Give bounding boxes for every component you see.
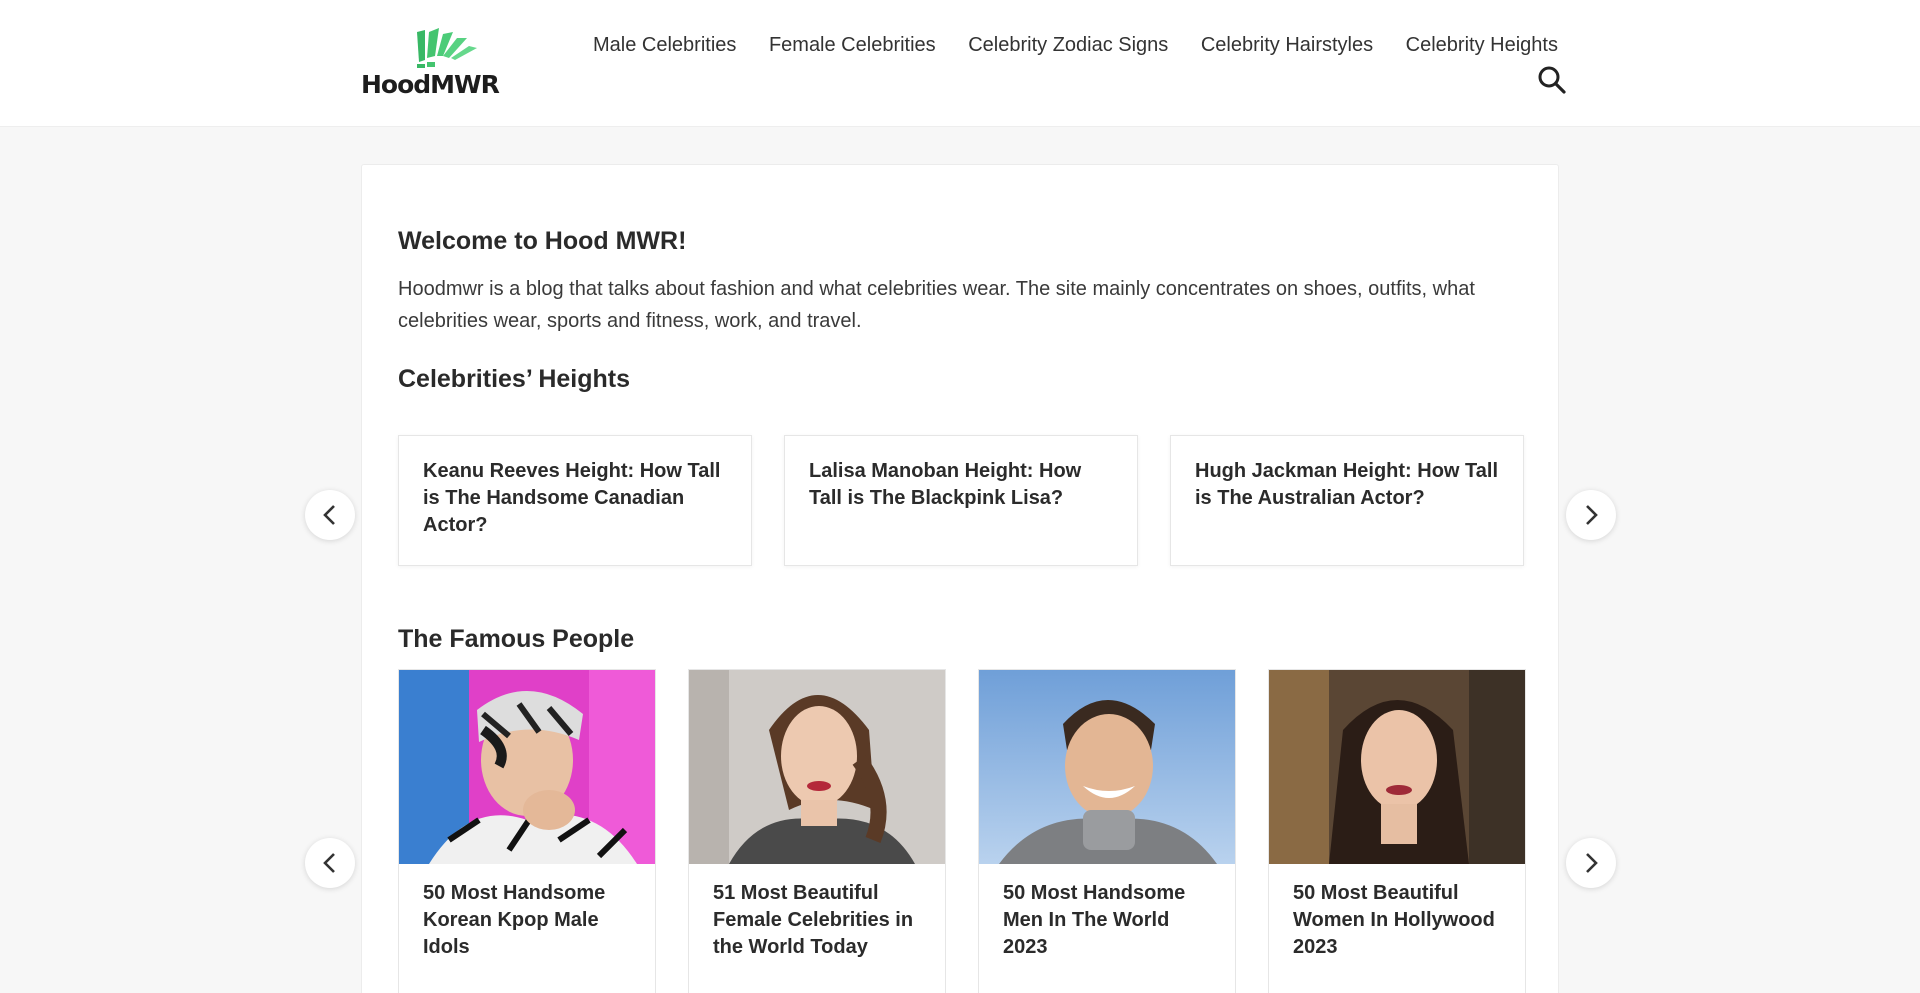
logo-mark-icon (417, 28, 477, 68)
height-card[interactable]: Lalisa Manoban Height: How Tall is The B… (784, 435, 1138, 566)
people-card[interactable]: 51 Most Beautiful Female Celebrities in … (688, 669, 946, 993)
nav-celebrity-zodiac-signs[interactable]: Celebrity Zodiac Signs (968, 34, 1168, 57)
height-card[interactable]: Hugh Jackman Height: How Tall is The Aus… (1170, 435, 1524, 566)
search-icon (1538, 66, 1566, 94)
famous-next-button[interactable] (1566, 838, 1616, 888)
height-card-title: Hugh Jackman Height: How Tall is The Aus… (1195, 460, 1498, 509)
height-card-title: Keanu Reeves Height: How Tall is The Han… (423, 460, 721, 536)
actress-photo (1269, 670, 1525, 864)
site-header: HoodMWR Male Celebrities Female Celebrit… (0, 0, 1920, 127)
nav-male-celebrities[interactable]: Male Celebrities (593, 34, 736, 57)
heights-carousel: Keanu Reeves Height: How Tall is The Han… (398, 435, 1524, 566)
famous-prev-button[interactable] (305, 838, 355, 888)
heights-section-title: Celebrities’ Heights (398, 365, 631, 393)
content-card: Welcome to Hood MWR! Hoodmwr is a blog t… (361, 164, 1559, 993)
people-card[interactable]: 50 Most Handsome Korean Kpop Male Idols (398, 669, 656, 993)
chevron-left-icon (323, 853, 335, 873)
height-card-title: Lalisa Manoban Height: How Tall is The B… (809, 460, 1082, 509)
height-card[interactable]: Keanu Reeves Height: How Tall is The Han… (398, 435, 752, 566)
main-nav: Male Celebrities Female Celebrities Cele… (593, 34, 1558, 57)
people-card[interactable]: 50 Most Handsome Men In The World 2023 (978, 669, 1236, 993)
welcome-title: Welcome to Hood MWR! (398, 227, 687, 255)
heights-next-button[interactable] (1566, 490, 1616, 540)
welcome-text: Hoodmwr is a blog that talks about fashi… (398, 278, 1475, 332)
nav-celebrity-heights[interactable]: Celebrity Heights (1406, 34, 1558, 57)
chevron-right-icon (1586, 505, 1598, 525)
nav-celebrity-hairstyles[interactable]: Celebrity Hairstyles (1201, 34, 1373, 57)
famous-people-carousel: 50 Most Handsome Korean Kpop Male Idols … (398, 669, 1526, 993)
people-card-title: 50 Most Beautiful Women In Hollywood 202… (1293, 882, 1495, 958)
heights-prev-button[interactable] (305, 490, 355, 540)
people-card[interactable]: 50 Most Beautiful Women In Hollywood 202… (1268, 669, 1526, 993)
people-card-title: 50 Most Handsome Korean Kpop Male Idols (423, 882, 606, 958)
chevron-left-icon (323, 505, 335, 525)
site-logo[interactable]: HoodMWR (361, 28, 531, 100)
logo-text: HoodMWR (361, 70, 500, 99)
search-button[interactable] (1536, 64, 1568, 96)
nav-female-celebrities[interactable]: Female Celebrities (769, 34, 936, 57)
famous-section-title: The Famous People (398, 625, 635, 653)
kpop-idol-photo (399, 670, 655, 864)
people-card-title: 51 Most Beautiful Female Celebrities in … (713, 882, 914, 958)
actress-photo (689, 670, 945, 864)
actor-photo (979, 670, 1235, 864)
people-card-title: 50 Most Handsome Men In The World 2023 (1003, 882, 1186, 958)
chevron-right-icon (1586, 853, 1598, 873)
